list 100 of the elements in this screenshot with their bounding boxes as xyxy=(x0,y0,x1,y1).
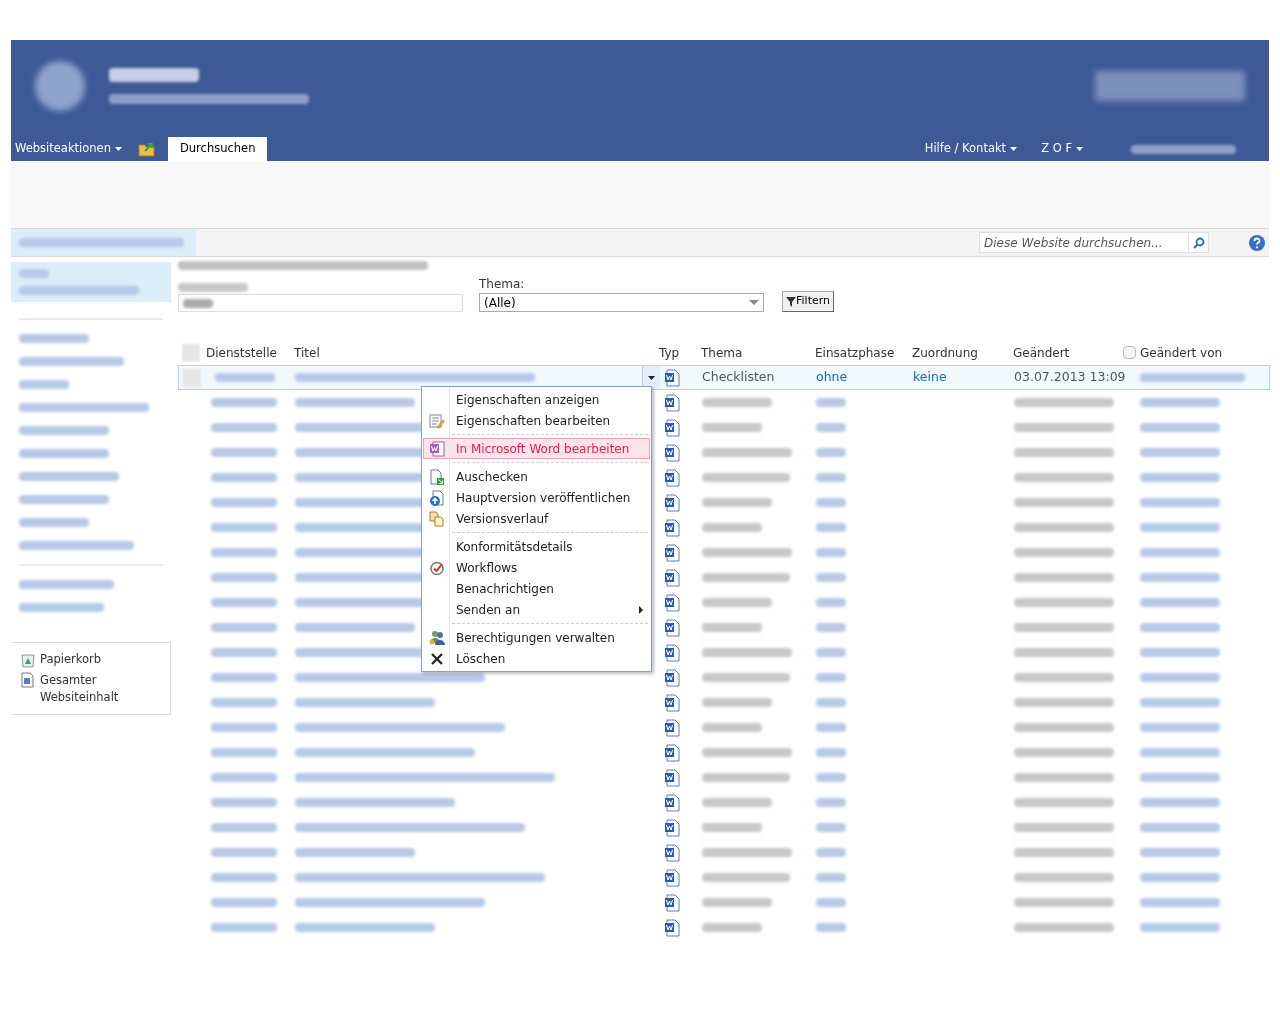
site-actions-menu[interactable]: Websiteaktionen xyxy=(11,137,126,161)
ribbon-tab[interactable]: Durchsuchen xyxy=(167,137,268,161)
document-icon xyxy=(664,643,680,662)
column-header[interactable]: Geändert xyxy=(1013,343,1070,362)
document-icon xyxy=(664,868,680,887)
document-icon xyxy=(664,443,680,462)
blurred-text xyxy=(19,269,49,278)
blurred-text xyxy=(816,723,846,732)
column-header[interactable]: Typ xyxy=(659,343,680,362)
blurred-text xyxy=(816,648,846,657)
menu-item[interactable]: Senden an xyxy=(422,599,651,620)
site-content-icon xyxy=(20,672,36,689)
item-dropdown-button[interactable] xyxy=(642,366,660,389)
blurred-text xyxy=(816,898,846,907)
recycle-bin-link[interactable]: Papierkorb xyxy=(20,651,161,669)
column-header[interactable]: Einsatzphase xyxy=(815,343,895,362)
blurred-text xyxy=(702,623,762,632)
menu-item[interactable]: Benachrichtigen xyxy=(422,578,651,599)
nav-heading[interactable] xyxy=(11,262,171,302)
caret-icon xyxy=(1076,147,1083,151)
column-header[interactable]: Zuordnung xyxy=(912,343,978,362)
blurred-text xyxy=(215,373,275,382)
document-icon xyxy=(664,393,680,412)
search-icon xyxy=(1192,236,1205,249)
search-field[interactable]: Diese Website durchsuchen... xyxy=(979,232,1209,253)
filter-button[interactable]: Filtern xyxy=(782,291,835,312)
menu-item[interactable]: Eigenschaften anzeigen xyxy=(422,389,651,410)
menu-item[interactable]: Workflows xyxy=(422,557,651,578)
menu-item[interactable]: Eigenschaften bearbeiten xyxy=(422,410,651,431)
table-cell: 03.07.2013 13:09 xyxy=(1014,368,1124,387)
row-checkbox[interactable] xyxy=(183,368,201,387)
blurred-text xyxy=(702,523,762,532)
blurred-text xyxy=(702,598,772,607)
blurred-text xyxy=(816,423,846,432)
word-icon xyxy=(429,440,445,457)
blurred-text xyxy=(19,518,89,527)
blurred-text xyxy=(211,773,277,782)
document-icon xyxy=(664,693,680,712)
blurred-field[interactable] xyxy=(178,294,463,312)
select-all-checkbox[interactable] xyxy=(182,343,200,362)
blurred-text xyxy=(211,848,277,857)
column-header[interactable]: Dienststelle xyxy=(206,343,277,362)
column-header[interactable]: Thema xyxy=(701,343,743,362)
check-out-icon xyxy=(429,468,445,485)
filter-dropdown[interactable]: (Alle) xyxy=(479,293,764,312)
menu-item[interactable]: Löschen xyxy=(422,648,651,669)
help-icon[interactable] xyxy=(1249,234,1265,251)
nav-menu[interactable]: Z O F xyxy=(1033,137,1091,161)
document-icon xyxy=(664,843,680,862)
blurred-text xyxy=(211,798,277,807)
blurred-text xyxy=(816,498,846,507)
site-content-link[interactable]: Gesamter Websiteinhalt xyxy=(19,672,161,707)
menu-item[interactable]: Versionsverlauf xyxy=(422,508,651,529)
folder-arrow-icon[interactable] xyxy=(137,141,156,157)
blurred-text xyxy=(702,723,762,732)
blurred-text xyxy=(816,798,846,807)
breadcrumb-button[interactable] xyxy=(11,229,196,256)
caret-icon xyxy=(114,147,122,151)
blurred-text xyxy=(211,548,277,557)
document-icon xyxy=(664,568,680,587)
document-icon xyxy=(664,893,680,912)
blurred-text xyxy=(702,923,762,932)
menu-item[interactable]: Hauptversion veröffentlichen xyxy=(422,487,651,508)
menu-item[interactable]: Konformitätsdetails xyxy=(422,529,651,557)
document-icon xyxy=(664,368,680,387)
blurred-text xyxy=(211,648,277,657)
document-icon xyxy=(664,618,680,637)
blurred-text xyxy=(211,473,277,482)
blurred-text xyxy=(702,798,772,807)
blurred-text xyxy=(816,848,846,857)
dropdown-arrow-icon xyxy=(749,300,759,305)
blurred-text xyxy=(816,523,846,532)
blurred-text xyxy=(211,748,277,757)
caret-icon xyxy=(1010,147,1018,151)
blurred-logo xyxy=(35,61,85,111)
nav-menu[interactable]: Hilfe / Kontakt xyxy=(916,137,1026,161)
blurred-text xyxy=(816,873,846,882)
table-link[interactable]: ohne xyxy=(816,368,913,387)
table-link[interactable]: keine xyxy=(913,368,1014,387)
delete-icon xyxy=(430,651,444,666)
blurred-text xyxy=(211,598,277,607)
column-header[interactable]: Geändert von xyxy=(1140,343,1223,362)
document-icon xyxy=(664,743,680,762)
table-cell-text: Checklisten xyxy=(702,368,776,387)
blurred-text xyxy=(816,598,846,607)
document-icon xyxy=(664,543,680,562)
blurred-text xyxy=(19,380,69,389)
menu-item[interactable]: Auschecken xyxy=(422,459,651,487)
blurred-text xyxy=(211,923,277,932)
funnel-icon xyxy=(786,296,796,307)
blurred-text xyxy=(702,823,762,832)
blurred-text xyxy=(816,773,846,782)
people-permissions-icon xyxy=(429,629,445,646)
menu-item[interactable]: Berechtigungen verwalten xyxy=(422,620,651,648)
column-header[interactable]: Titel xyxy=(294,343,320,362)
blurred-text xyxy=(816,573,846,582)
header-checkbox[interactable] xyxy=(1123,346,1136,359)
workflow-icon xyxy=(429,559,445,576)
document-icon xyxy=(664,668,680,687)
blurred-text xyxy=(211,823,277,832)
